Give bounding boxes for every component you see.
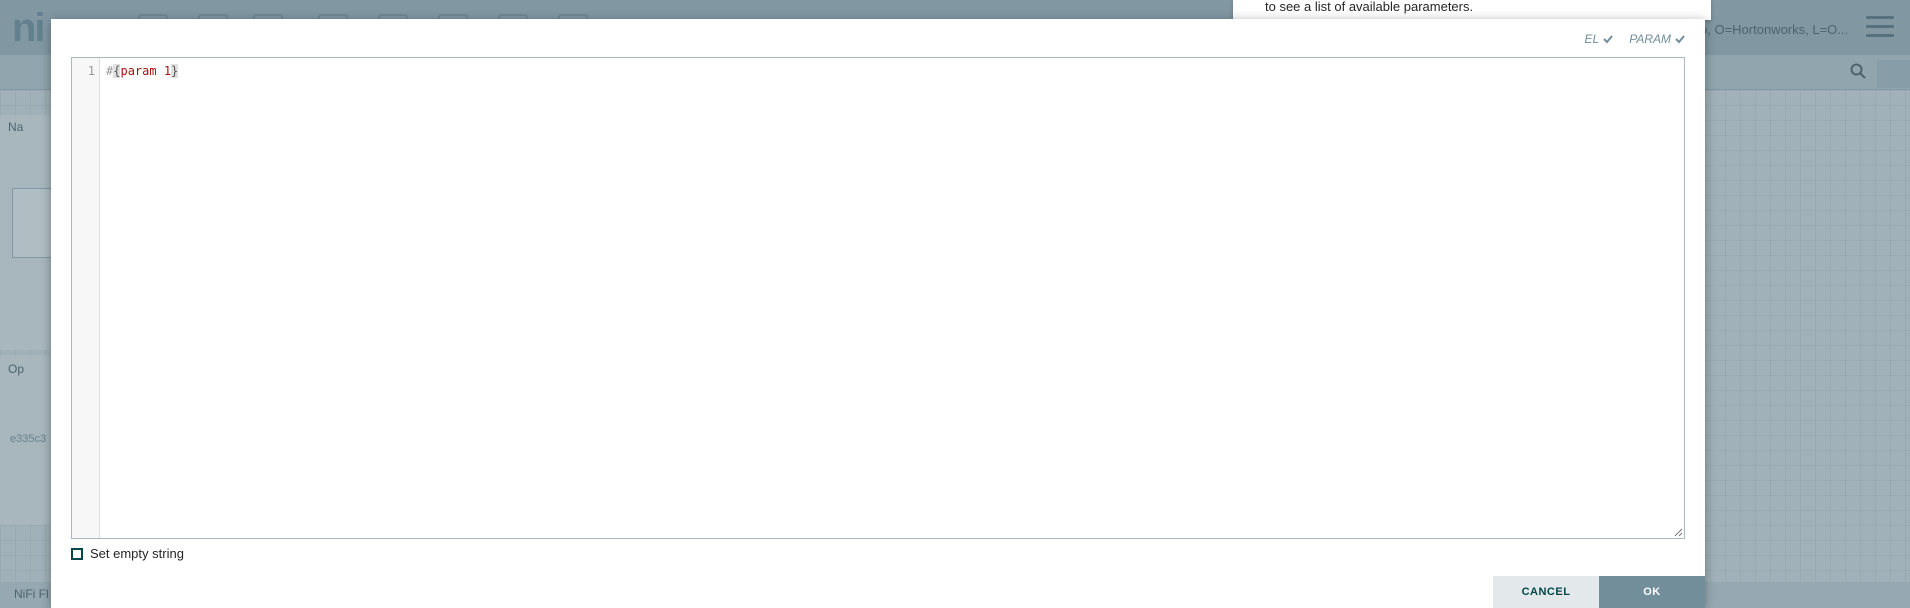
param-support-badge: PARAM [1629,32,1685,46]
set-empty-string-checkbox[interactable] [71,547,83,560]
el-support-badge: EL [1585,32,1614,46]
check-icon [1603,35,1613,44]
code-line[interactable]: #{param 1} [106,64,179,78]
el-badge-label: EL [1584,32,1600,46]
cancel-button[interactable]: CANCEL [1493,576,1599,608]
tooltip-text: to see a list of available parameters. [1265,0,1474,14]
ok-button[interactable]: OK [1599,576,1705,608]
check-icon [1675,35,1685,44]
property-value-dialog: EL PARAM 1 #{param 1} Set empty string C… [51,19,1705,608]
param-badge-label: PARAM [1629,32,1671,46]
param-name-token: param 1 [120,64,172,78]
code-editor[interactable]: 1 #{param 1} [71,57,1685,539]
parameter-tooltip: to see a list of available parameters. [1233,0,1711,20]
resize-handle-icon[interactable] [1674,528,1683,537]
support-badges: EL PARAM [1585,32,1685,46]
editor-gutter: 1 [72,58,100,538]
line-number: 1 [87,64,95,78]
param-close-brace: } [171,64,179,78]
set-empty-string-row[interactable]: Set empty string [71,546,184,561]
set-empty-string-label[interactable]: Set empty string [90,546,184,561]
